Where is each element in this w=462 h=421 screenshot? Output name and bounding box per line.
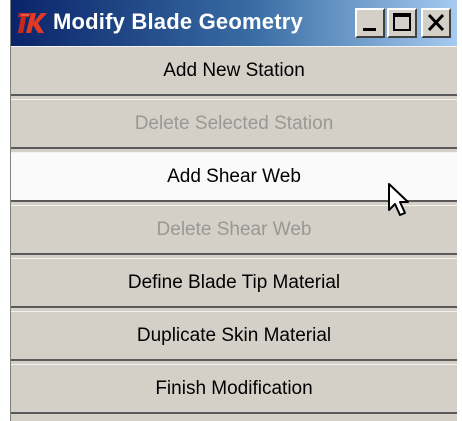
finish-modification-button[interactable]: Finish Modification	[11, 364, 457, 414]
menu-item-label: Delete Selected Station	[134, 112, 334, 134]
tk-app-icon	[18, 13, 47, 33]
delete-selected-station-button[interactable]: Delete Selected Station	[11, 99, 457, 149]
menu-item-label: Add Shear Web	[167, 165, 301, 187]
delete-shear-web-button[interactable]: Delete Shear Web	[11, 205, 457, 255]
menu-item-label: Duplicate Skin Material	[136, 324, 332, 346]
menu-item-label: Finish Modification	[155, 377, 313, 399]
duplicate-skin-material-button[interactable]: Duplicate Skin Material	[11, 311, 457, 361]
add-shear-web-button[interactable]: Add Shear Web	[11, 152, 457, 202]
define-blade-tip-material-button[interactable]: Define Blade Tip Material	[11, 258, 457, 308]
title-bar[interactable]: Modify Blade Geometry	[11, 0, 457, 46]
maximize-icon	[393, 13, 411, 31]
menu-item-label: Delete Shear Web	[156, 218, 312, 240]
menu-item-label: Define Blade Tip Material	[127, 271, 341, 293]
modify-blade-geometry-window: Modify Blade Geometry Add New Station De…	[10, 0, 457, 421]
minimize-button[interactable]	[355, 8, 385, 38]
window-title: Modify Blade Geometry	[53, 9, 303, 34]
minimize-icon	[363, 28, 376, 31]
menu-item-label: Add New Station	[163, 59, 305, 81]
action-menu: Add New Station Delete Selected Station …	[11, 46, 457, 417]
close-button[interactable]	[421, 8, 451, 38]
add-new-station-button[interactable]: Add New Station	[11, 46, 457, 96]
maximize-button[interactable]	[387, 8, 417, 38]
close-icon	[427, 13, 445, 32]
